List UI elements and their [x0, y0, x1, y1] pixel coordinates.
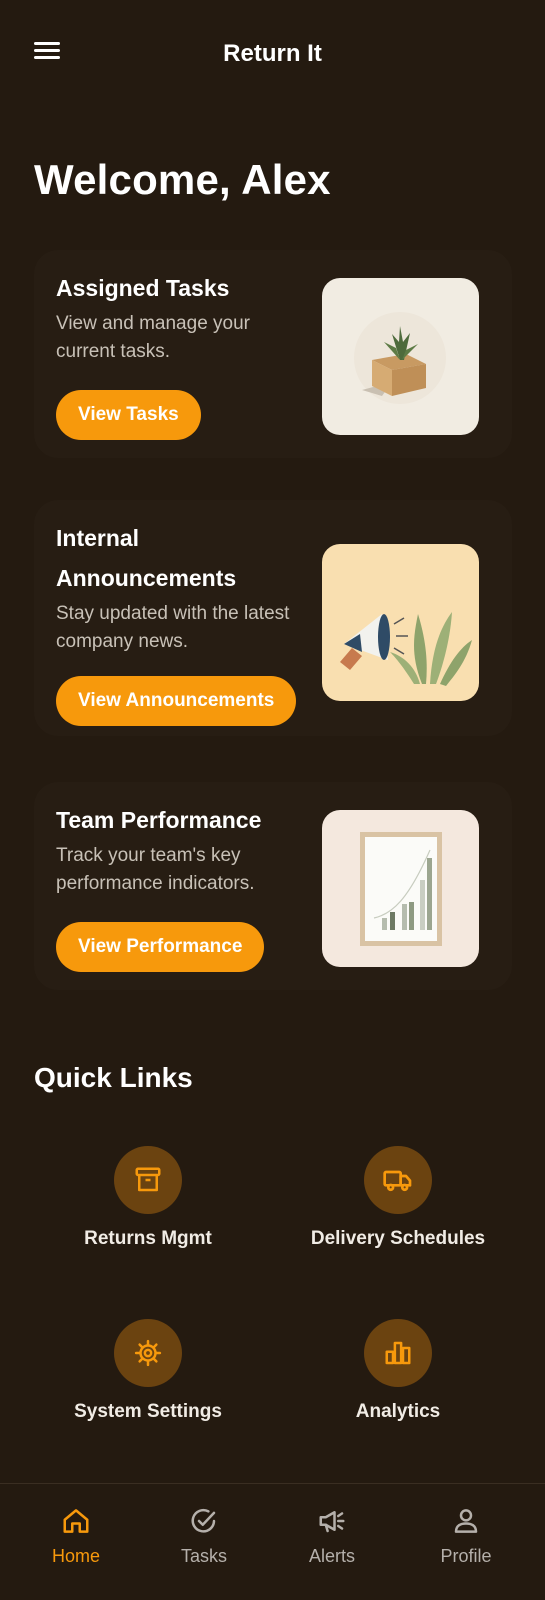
- quick-link-system-settings[interactable]: System Settings: [23, 1319, 273, 1423]
- view-tasks-button[interactable]: View Tasks: [56, 390, 201, 440]
- nav-item-home[interactable]: Home: [16, 1506, 136, 1567]
- quick-links-heading: Quick Links: [34, 1062, 193, 1093]
- card-description: Stay updated with the latest company new…: [56, 603, 290, 652]
- quick-link-returns-mgmt[interactable]: Returns Mgmt: [23, 1146, 273, 1250]
- box-plant-illustration: [322, 278, 479, 435]
- card-title: Internal Announcements: [56, 525, 237, 591]
- card-title: Assigned Tasks: [56, 275, 230, 301]
- nav-label: Tasks: [180, 1546, 227, 1566]
- view-performance-button[interactable]: View Performance: [56, 922, 265, 972]
- welcome-heading: Welcome, Alex: [34, 156, 331, 203]
- quick-link-analytics[interactable]: Analytics: [273, 1319, 523, 1423]
- check-circle-icon: [191, 1508, 216, 1533]
- card-internal-announcements: Internal Announcements Stay updated with…: [34, 500, 512, 736]
- quick-link-label: Delivery Schedules: [310, 1228, 486, 1249]
- quick-link-label: Returns Mgmt: [84, 1228, 212, 1249]
- nav-item-profile[interactable]: Profile: [406, 1506, 526, 1567]
- person-icon: [454, 1509, 478, 1533]
- card-title: Team Performance: [56, 807, 262, 833]
- nav-label: Alerts: [308, 1546, 355, 1566]
- card-assigned-tasks: Assigned Tasks View and manage your curr…: [34, 250, 512, 458]
- truck-icon: [364, 1146, 432, 1214]
- nav-label: Home: [51, 1546, 100, 1566]
- nav-item-alerts[interactable]: Alerts: [272, 1506, 392, 1567]
- card-description: Track your team's key performance indica…: [56, 845, 255, 894]
- nav-label: Profile: [440, 1546, 492, 1566]
- top-app-bar: Return It: [0, 0, 545, 110]
- megaphone-icon: [319, 1511, 345, 1533]
- bar-chart-icon: [364, 1319, 432, 1387]
- gear-icon: [114, 1319, 182, 1387]
- app-title: Return It: [223, 40, 322, 67]
- megaphone-plant-illustration: [322, 544, 479, 701]
- card-description: View and manage your current tasks.: [56, 313, 250, 362]
- quick-link-delivery-schedules[interactable]: Delivery Schedules: [273, 1146, 523, 1250]
- view-announcements-button[interactable]: View Announcements: [56, 676, 297, 726]
- nav-item-tasks[interactable]: Tasks: [144, 1506, 264, 1567]
- bottom-navigation: Home Tasks Alerts Profile: [0, 1483, 545, 1600]
- archive-box-icon: [114, 1146, 182, 1214]
- framed-chart-illustration: [322, 810, 479, 967]
- quick-link-label: Analytics: [355, 1401, 441, 1422]
- card-team-performance: Team Performance Track your team's key p…: [34, 782, 512, 990]
- quick-link-label: System Settings: [74, 1401, 222, 1422]
- home-icon: [63, 1509, 89, 1533]
